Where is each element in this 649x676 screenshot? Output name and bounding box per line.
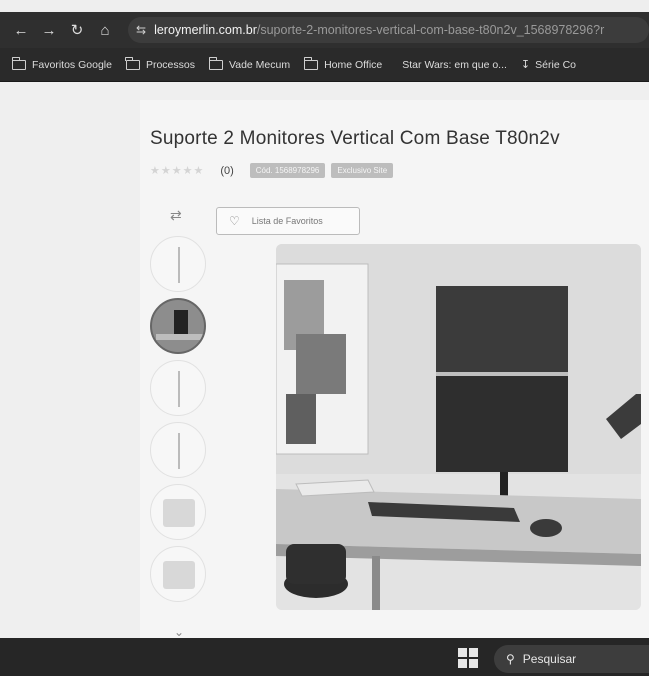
search-placeholder: Pesquisar xyxy=(522,652,577,666)
product-photo xyxy=(276,244,641,610)
folder-icon xyxy=(125,56,140,70)
thumbnail-4[interactable] xyxy=(150,422,206,478)
thumbnail-2[interactable] xyxy=(150,298,206,354)
folder-icon xyxy=(11,56,26,70)
bookmarks-bar: Favoritos Google Processos Vade Mecum Ho… xyxy=(0,48,649,82)
bookmark-processos[interactable]: Processos xyxy=(125,56,195,71)
forward-icon[interactable]: → xyxy=(38,19,60,41)
bookmark-label: Favoritos Google xyxy=(32,58,112,71)
favorites-label: Lista de Favoritos xyxy=(251,216,323,226)
product-code-badge: Cód. 1568978296 xyxy=(249,163,326,178)
folder-icon xyxy=(303,56,319,70)
bookmark-label: Processos xyxy=(145,58,195,71)
thumbnail-1[interactable] xyxy=(150,236,206,292)
browser-address-bar: ← → ↻ ⌂ ⇆ leroymerlin.com.br/suporte-2-m… xyxy=(0,12,649,48)
pin-icon: ↧ xyxy=(520,59,531,71)
bookmark-home-office[interactable]: Home Office xyxy=(303,56,383,71)
bookmark-label: Série Co xyxy=(535,58,576,71)
search-icon: ⚲ xyxy=(506,652,515,666)
thumbnail-graphic xyxy=(163,499,195,527)
share-icon[interactable]: ⇄ xyxy=(170,207,182,224)
bookmark-favoritos-google[interactable]: Favoritos Google xyxy=(11,56,112,71)
bookmark-serie[interactable]: ↧ Série Co xyxy=(520,58,576,72)
windows-logo-pane xyxy=(458,648,467,657)
folder-icon xyxy=(208,56,223,70)
rating-row: ★★★★★ (0) Cód. 1568978296 Exclusivo Site xyxy=(150,163,399,178)
reload-icon[interactable]: ↻ xyxy=(66,19,88,41)
thumbnail-6[interactable] xyxy=(150,546,206,602)
thumbnail-graphic xyxy=(174,310,188,334)
bookmark-label: Star Wars: em que o... xyxy=(402,58,507,71)
thumbnail-3[interactable] xyxy=(150,360,206,416)
thumbnail-graphic xyxy=(178,247,180,283)
thumbnail-5[interactable] xyxy=(150,484,206,540)
bookmark-label: Vade Mecum xyxy=(229,58,291,71)
rating-stars-icon: ★★★★★ xyxy=(150,165,205,177)
windows-logo-pane xyxy=(458,659,467,668)
thumbnail-graphic xyxy=(178,433,180,469)
heart-icon: ♡ xyxy=(229,214,240,228)
bookmark-vade-mecum[interactable]: Vade Mecum xyxy=(208,56,291,71)
thumbnail-graphic xyxy=(156,334,204,340)
favorites-button[interactable]: ♡ Lista de Favoritos xyxy=(216,207,360,235)
url-host: leroymerlin.com.br xyxy=(154,23,257,37)
chevron-down-icon[interactable]: ⌄ xyxy=(174,625,184,639)
windows-logo-pane xyxy=(469,648,478,657)
thumbnail-graphic xyxy=(163,561,195,589)
taskbar-search[interactable]: ⚲ Pesquisar xyxy=(494,645,649,673)
url-input[interactable]: ⇆ leroymerlin.com.br/suporte-2-monitores… xyxy=(128,17,649,43)
home-icon[interactable]: ⌂ xyxy=(94,19,116,41)
url-path: /suporte-2-monitores-vertical-com-base-t… xyxy=(256,23,605,37)
windows-logo-pane xyxy=(469,659,478,668)
back-icon[interactable]: ← xyxy=(10,19,32,41)
thumbnail-list xyxy=(150,236,208,608)
site-info-icon[interactable]: ⇆ xyxy=(136,23,146,37)
bookmark-star-wars[interactable]: Star Wars: em que o... xyxy=(402,59,507,71)
thumbnail-graphic xyxy=(178,371,180,407)
bookmark-label: Home Office xyxy=(324,58,383,71)
windows-start-icon[interactable] xyxy=(458,648,478,668)
product-image[interactable] xyxy=(276,244,641,610)
exclusive-badge: Exclusivo Site xyxy=(331,163,394,178)
product-title: Suporte 2 Monitores Vertical Com Base T8… xyxy=(150,128,560,149)
rating-count: (0) xyxy=(220,164,234,177)
